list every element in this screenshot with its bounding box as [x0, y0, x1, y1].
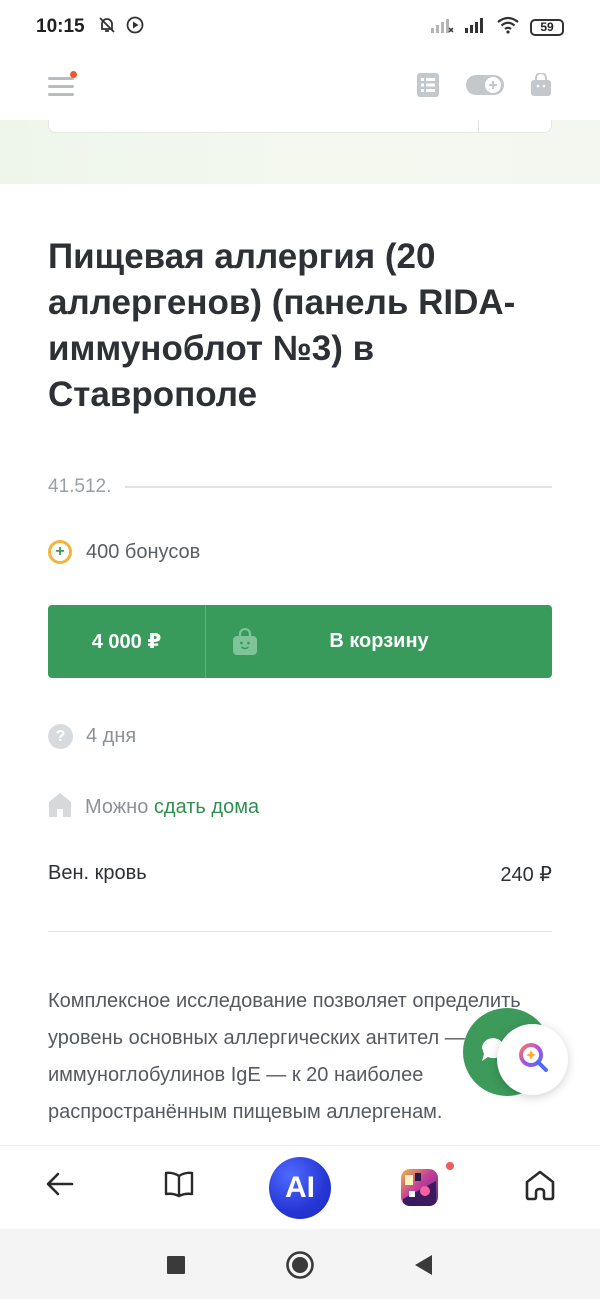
code-row: 41.512. [48, 476, 552, 498]
browser-toolbar: AI [0, 1145, 600, 1229]
duration-row[interactable]: ? 4 дня [48, 724, 136, 749]
price-button[interactable]: 4 000 ₽ [48, 605, 206, 678]
bonus-plus-icon: + [48, 540, 72, 564]
home-collection-row: Можно сдать дома [48, 792, 259, 823]
house-icon [48, 792, 72, 823]
ai-label: AI [285, 1171, 315, 1204]
bag-icon[interactable] [530, 72, 552, 102]
search-field-remnant[interactable] [48, 120, 552, 133]
sample-price: 240 ₽ [500, 864, 552, 886]
assistant-search-icon [515, 1039, 551, 1080]
price-label: 4 000 ₽ [91, 631, 162, 653]
back-triangle-icon[interactable] [412, 1253, 434, 1282]
assistant-button[interactable] [497, 1024, 568, 1095]
notification-dot [446, 1162, 454, 1170]
recents-square-icon[interactable] [166, 1255, 186, 1280]
back-arrow-icon[interactable] [44, 1168, 76, 1205]
signal-off-icon [430, 16, 454, 39]
add-to-cart-label: В корзину [329, 630, 429, 652]
description-text: Комплексное исследование позволяет опред… [48, 990, 521, 1123]
system-nav-bar [0, 1229, 600, 1299]
search-divider [478, 120, 479, 133]
signal-icon [464, 16, 486, 39]
page-title: Пищевая аллергия (20 аллергенов) (панель… [48, 237, 516, 414]
status-bar: 10:15 59 [0, 0, 600, 54]
home-collection-text: Можно сдать дома [85, 796, 259, 819]
play-circle-icon [125, 15, 145, 40]
home-circle-icon[interactable] [285, 1250, 315, 1285]
product-code: 41.512. [48, 476, 112, 497]
mute-bell-icon [97, 15, 117, 40]
cart-bag-icon [232, 627, 258, 662]
section-divider [48, 931, 552, 932]
wifi-icon [496, 16, 520, 39]
list-icon[interactable] [416, 72, 440, 103]
home-prefix: Можно [85, 796, 149, 818]
home-collection-link[interactable]: сдать дома [154, 796, 259, 818]
toggle-add-icon[interactable] [466, 74, 504, 101]
buy-bar: 4 000 ₽ В корзину [48, 605, 552, 678]
battery-icon: 59 [530, 18, 564, 36]
home-icon[interactable] [523, 1168, 557, 1207]
add-to-cart-button[interactable]: В корзину [206, 605, 552, 678]
app-header [0, 54, 600, 120]
status-time: 10:15 [36, 16, 85, 37]
menu-icon[interactable] [48, 71, 77, 98]
bonus-text: 400 бонусов [86, 540, 201, 563]
duration-text: 4 дня [86, 725, 137, 747]
help-icon[interactable]: ? [48, 724, 73, 749]
ai-assistant-icon[interactable]: AI [269, 1157, 331, 1219]
game-app-icon[interactable] [401, 1169, 438, 1206]
code-divider [125, 486, 552, 488]
book-icon[interactable] [163, 1168, 195, 1205]
bonus-row: + 400 бонусов [48, 540, 200, 564]
notification-dot [70, 71, 77, 78]
sample-name: Вен. кровь [48, 862, 147, 884]
sample-row: Вен. кровь 240 ₽ [48, 862, 552, 887]
